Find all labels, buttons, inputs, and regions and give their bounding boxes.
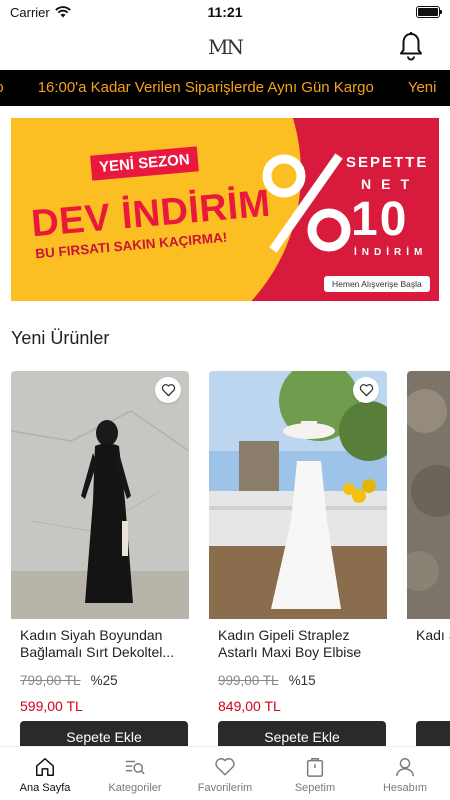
banner-sepette: SEPETTE: [346, 154, 429, 171]
heart-icon: [359, 384, 373, 397]
promo-banner[interactable]: YENİ SEZON DEV İNDİRİM BU FIRSATI SAKIN …: [11, 118, 439, 301]
percent-icon: [262, 153, 351, 253]
discount-badge: %15: [288, 673, 316, 688]
tab-label: Sepetim: [294, 782, 336, 794]
announcement-marquee: rgo 16:00'a Kadar Verilen Siparişlerde A…: [0, 70, 450, 106]
old-price: 799,00 TL: [20, 673, 81, 688]
product-image[interactable]: [407, 371, 450, 619]
product-name[interactable]: Kadın Siyah Boyundan Bağlamalı Sırt Deko…: [20, 627, 180, 661]
brand-logo[interactable]: MN: [208, 35, 244, 59]
user-icon: [396, 758, 414, 777]
favorite-button[interactable]: [353, 377, 379, 403]
product-carousel[interactable]: Kadın Siyah Boyundan Bağlamalı Sırt Deko…: [11, 371, 450, 751]
product-card[interactable]: Kadın Siyah Boyundan Bağlamalı Sırt Deko…: [11, 371, 189, 751]
product-image[interactable]: [209, 371, 387, 619]
tab-cart[interactable]: Sepetim: [270, 747, 360, 800]
product-name[interactable]: Kadın Gipeli Straplez Astarlı Maxi Boy E…: [218, 627, 378, 661]
tab-home[interactable]: Ana Sayfa: [0, 747, 90, 800]
cart-icon: [306, 758, 324, 777]
heart-icon: [215, 758, 235, 776]
product-price: 599,00 TL: [20, 698, 83, 714]
product-card[interactable]: Kadın Gipeli Straplez Astarlı Maxi Boy E…: [209, 371, 387, 751]
marquee-item: rgo: [0, 79, 4, 96]
tab-label: Ana Sayfa: [19, 782, 71, 794]
heart-icon: [161, 384, 175, 397]
tab-account[interactable]: Hesabım: [360, 747, 450, 800]
banner-value: 10: [351, 193, 409, 246]
tab-favorites[interactable]: Favorilerim: [180, 747, 270, 800]
product-image[interactable]: [11, 371, 189, 619]
section-title: Yeni Ürünler: [11, 328, 110, 348]
app-header: MN: [0, 24, 450, 70]
old-price: 999,00 TL: [218, 673, 279, 688]
discount-badge: %25: [90, 673, 118, 688]
banner-net: NET: [361, 176, 419, 192]
home-icon: [36, 758, 54, 776]
tab-label: Favorilerim: [197, 782, 253, 794]
bottom-tab-bar: Ana Sayfa Kategoriler Favorilerim Sepeti…: [0, 746, 450, 800]
favorite-button[interactable]: [155, 377, 181, 403]
banner-indirim: İNDİRİM: [354, 247, 428, 258]
marquee-item: Yeni: [407, 79, 437, 96]
product-price: ⁠: [416, 698, 450, 714]
battery-icon: [416, 6, 442, 18]
product-card[interactable]: Kadı Sırt D ⁠ ⁠: [407, 371, 450, 751]
banner-cta-button[interactable]: Hemen Alışverişe Başla: [324, 276, 430, 292]
tab-label: Hesabım: [382, 782, 428, 794]
product-price: 849,00 TL: [218, 698, 281, 714]
tab-label: Kategoriler: [108, 782, 162, 794]
categories-icon: [125, 760, 145, 775]
product-name[interactable]: Kadı Sırt D: [416, 627, 450, 661]
bell-icon[interactable]: [398, 31, 424, 61]
wifi-icon: [54, 6, 71, 18]
status-bar: Carrier 11:21: [0, 0, 450, 24]
tab-categories[interactable]: Kategoriler: [90, 747, 180, 800]
marquee-item: 16:00'a Kadar Verilen Siparişlerde Aynı …: [37, 79, 374, 96]
carrier-label: Carrier: [10, 4, 50, 20]
